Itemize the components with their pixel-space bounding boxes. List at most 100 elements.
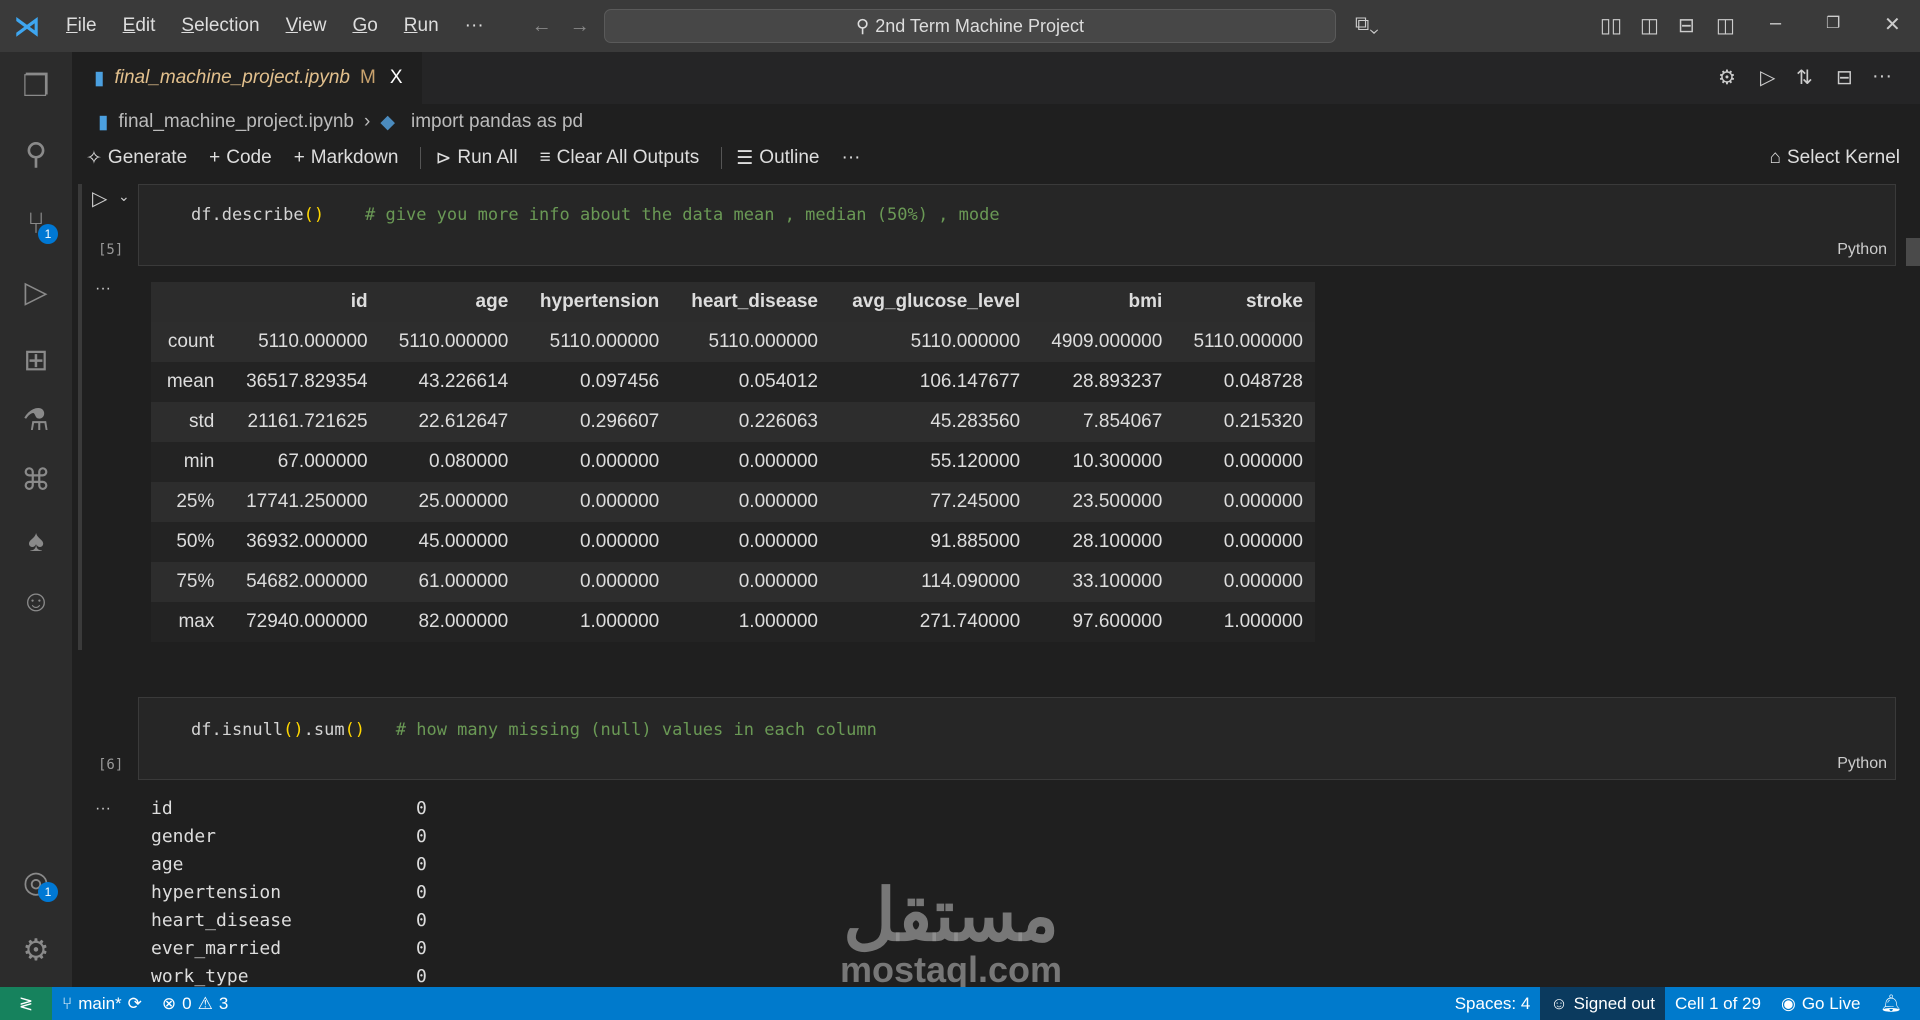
customize-layout-icon[interactable]: ▯▯: [1600, 13, 1622, 38]
add-code-button[interactable]: + Code: [209, 147, 272, 169]
null-count: 0: [416, 826, 427, 847]
row-label: std: [151, 402, 227, 442]
menu-run[interactable]: Run: [404, 15, 439, 37]
code-cell-1[interactable]: df.describe() # give you more info about…: [138, 184, 1896, 266]
table-cell: 114.090000: [829, 562, 1033, 602]
column-name: heart_disease: [151, 910, 292, 931]
chevron-right-icon: ›: [364, 111, 371, 132]
run-all-button[interactable]: ⊳ Run All: [435, 147, 517, 170]
table-cell: 0.000000: [671, 482, 830, 522]
cell-2-code[interactable]: df.isnull().sum() # how many missing (nu…: [191, 720, 877, 740]
table-cell: 0.048728: [1174, 362, 1315, 402]
menu-selection[interactable]: Selection: [181, 15, 259, 37]
chevron-down-icon[interactable]: ⌄: [118, 188, 130, 205]
table-row: 25% 17741.250000 25.000000 0.000000 0.000000…: [151, 482, 1315, 522]
copilot-icon: ☺: [1550, 993, 1568, 1013]
account-icon[interactable]: ◎ 1: [0, 854, 72, 910]
menu-edit[interactable]: Edit: [123, 15, 156, 37]
signed-out-button[interactable]: ☺ Signed out: [1540, 987, 1665, 1020]
code-text: df.isnull: [191, 720, 284, 740]
extensions-icon[interactable]: ⊞: [0, 332, 72, 388]
table-cell: 61.000000: [379, 562, 521, 602]
command-center-search[interactable]: ⚲ 2nd Term Machine Project: [604, 9, 1336, 43]
menu-more[interactable]: ···: [465, 15, 484, 37]
go-live-button[interactable]: ◉ Go Live: [1771, 987, 1870, 1020]
output-more-button[interactable]: ···: [95, 280, 111, 298]
tab-final-machine-project[interactable]: ▮ final_machine_project.ipynb M X: [72, 52, 422, 104]
minimize-icon[interactable]: –: [1770, 12, 1781, 35]
table-cell: 43.226614: [379, 362, 521, 402]
copilot-icon[interactable]: ⧉⌄: [1355, 13, 1379, 36]
table-cell: 82.000000: [379, 602, 521, 642]
problems-button[interactable]: ⊗ 0 ⚠ 3: [152, 987, 238, 1020]
table-cell: 0.000000: [1174, 482, 1315, 522]
notifications-bell-icon[interactable]: 🔔︎: [1870, 987, 1912, 1020]
back-arrow-icon[interactable]: ←: [532, 15, 552, 38]
list-item: heart_disease 0: [151, 910, 427, 938]
branch-icon: ⑂: [62, 993, 73, 1013]
menu-go[interactable]: Go: [352, 15, 377, 37]
toggle-panel-icon[interactable]: ⊟: [1678, 13, 1695, 38]
table-cell: 1.000000: [1174, 602, 1315, 642]
status-bar: ≷ ⑂ main* ⟳ ⊗ 0 ⚠ 3 Spaces: 4 ☺ Signed out Cel…: [0, 987, 1920, 1020]
broadcast-icon: ◉: [1780, 993, 1796, 1013]
testing-icon[interactable]: ⚗: [0, 392, 72, 448]
more-button[interactable]: ···: [842, 147, 861, 169]
branch-button[interactable]: ⑂ main* ⟳: [52, 987, 152, 1020]
split-editor-icon[interactable]: ⊟: [1836, 65, 1853, 90]
search-icon[interactable]: ⚲: [0, 126, 72, 182]
table-cell: 0.215320: [1174, 402, 1315, 442]
add-markdown-button[interactable]: + Markdown: [294, 147, 399, 169]
more-actions-icon[interactable]: ···: [1872, 65, 1892, 88]
cell-language[interactable]: Python: [1837, 241, 1887, 259]
breadcrumb-file[interactable]: final_machine_project.ipynb: [118, 111, 354, 133]
code-text: .sum: [303, 720, 345, 740]
menu-view[interactable]: View: [286, 15, 327, 37]
code-comment: # give you more info about the data mean…: [365, 205, 1000, 225]
code-cell-2[interactable]: df.isnull().sum() # how many missing (nu…: [138, 697, 1896, 780]
null-count: 0: [416, 798, 427, 819]
column-header: hypertension: [520, 282, 672, 322]
table-cell: 0.000000: [671, 442, 830, 482]
cell-position[interactable]: Cell 1 of 29: [1665, 987, 1771, 1020]
restore-icon[interactable]: ❐: [1826, 13, 1840, 33]
copilot-chat-icon[interactable]: ☺: [0, 574, 72, 630]
notebook-settings-icon[interactable]: ⚙: [1718, 65, 1736, 90]
forward-arrow-icon[interactable]: →: [570, 15, 590, 38]
python-icon[interactable]: ⌘: [0, 452, 72, 508]
compare-changes-icon[interactable]: ⇅: [1796, 65, 1813, 90]
null-count: 0: [416, 910, 427, 931]
sparkle-icon: ✧: [86, 147, 102, 169]
close-tab-icon[interactable]: X: [390, 67, 403, 89]
explorer-icon[interactable]: ❐: [0, 58, 72, 114]
settings-gear-icon[interactable]: ⚙: [0, 922, 72, 978]
outline-button[interactable]: ☰ Outline: [736, 147, 819, 170]
mongodb-icon[interactable]: ♠: [0, 514, 72, 570]
scrollbar[interactable]: [1906, 238, 1920, 266]
column-header: bmi: [1032, 282, 1175, 322]
table-cell: 72940.000000: [226, 602, 380, 642]
run-cell-icon[interactable]: ▷: [92, 186, 107, 211]
run-icon[interactable]: ▷: [1760, 65, 1775, 90]
remote-button[interactable]: ≷: [0, 987, 52, 1020]
output-more-button[interactable]: ···: [95, 800, 111, 818]
table-cell: 91.885000: [829, 522, 1033, 562]
clear-outputs-button[interactable]: ≡ Clear All Outputs: [540, 147, 700, 169]
close-window-icon[interactable]: ✕: [1884, 12, 1901, 37]
menu-file[interactable]: File: [66, 15, 97, 37]
toggle-sidebar-icon[interactable]: ◫: [1640, 13, 1659, 38]
cell-language[interactable]: Python: [1837, 755, 1887, 773]
indentation-button[interactable]: Spaces: 4: [1445, 987, 1541, 1020]
cell-1-code[interactable]: df.describe() # give you more info about…: [191, 205, 1000, 225]
toggle-secondary-sidebar-icon[interactable]: ◫: [1716, 13, 1735, 38]
select-kernel-button[interactable]: ⌂ Select Kernel: [1770, 147, 1901, 169]
title-bar: ⋊ File Edit Selection View Go Run ··· ← …: [0, 0, 1920, 52]
table-cell: 4909.000000: [1032, 322, 1175, 362]
clear-all-icon: ≡: [539, 147, 551, 168]
column-header: avg_glucose_level: [829, 282, 1033, 322]
breadcrumb-symbol[interactable]: import pandas as pd: [411, 111, 583, 133]
run-debug-icon[interactable]: ▷: [0, 264, 72, 320]
run-all-icon: ⊳: [435, 147, 452, 169]
source-control-icon[interactable]: ⑂ 1: [0, 196, 72, 252]
generate-button[interactable]: ✧ Generate: [86, 147, 187, 170]
